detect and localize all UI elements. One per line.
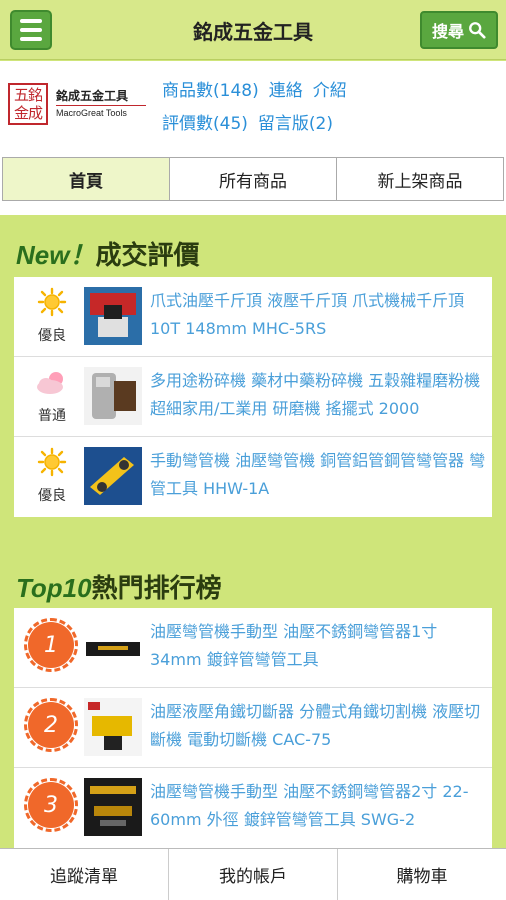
cloud-sun-icon — [37, 372, 63, 394]
store-info: 五銘金成 銘成五金工具 MacroGreat Tools 商品數(148) 連絡介… — [0, 61, 506, 145]
my-account-button[interactable]: 我的帳戶 — [169, 849, 338, 900]
cart-button[interactable]: 購物車 — [338, 849, 506, 900]
product-thumbnail — [84, 698, 142, 756]
product-title[interactable]: 油壓彎管機手動型 油壓不銹鋼彎管器2寸 22-60mm 外徑 鍍鋅管彎管工具 S… — [150, 778, 486, 834]
list-item[interactable]: 普通 多用途粉碎機 藥材中藥粉碎機 五穀雜糧磨粉機 超細家用/工業用 研磨機 搖… — [14, 357, 492, 437]
list-item[interactable]: 優良 爪式油壓千斤頂 液壓千斤頂 爪式機械千斤頂 10T 148mm MHC-5… — [14, 277, 492, 357]
rating-label: 優良 — [38, 488, 66, 504]
product-thumbnail — [84, 778, 142, 836]
product-thumbnail — [84, 620, 142, 678]
reviews-count-link[interactable]: 評價數(45) — [162, 114, 248, 134]
sun-icon — [37, 447, 67, 477]
bottom-nav: 追蹤清單 我的帳戶 購物車 — [0, 848, 506, 900]
top10-card: 1 油壓彎管機手動型 油壓不銹鋼彎管器1寸 34mm 鍍鋅管彎管工具 2 油壓液… — [14, 608, 492, 848]
product-title[interactable]: 多用途粉碎機 藥材中藥粉碎機 五穀雜糧磨粉機 超細家用/工業用 研磨機 搖擺式 … — [150, 367, 486, 423]
guestbook-link[interactable]: 留言版(2) — [258, 114, 333, 134]
logo-mark: 五銘金成 — [8, 83, 48, 125]
logo-english-name: MacroGreat Tools — [56, 108, 127, 118]
product-title[interactable]: 油壓彎管機手動型 油壓不銹鋼彎管器1寸 34mm 鍍鋅管彎管工具 — [150, 618, 486, 674]
reviews-card: 優良 爪式油壓千斤頂 液壓千斤頂 爪式機械千斤頂 10T 148mm MHC-5… — [14, 277, 492, 517]
top-bar: 銘成五金工具 搜尋 — [0, 0, 506, 60]
store-logo[interactable]: 五銘金成 銘成五金工具 MacroGreat Tools — [8, 79, 153, 129]
reviews-section: New！成交評價 優良 爪式油壓千斤頂 液壓千斤頂 爪式機械千斤頂 10T 14… — [0, 215, 506, 545]
rating-label: 優良 — [38, 328, 66, 344]
top10-label: Top10 — [16, 573, 92, 603]
list-item[interactable]: 3 油壓彎管機手動型 油壓不銹鋼彎管器2寸 22-60mm 外徑 鍍鋅管彎管工具… — [14, 768, 492, 848]
product-title[interactable]: 手動彎管機 油壓彎管機 銅管鋁管鋼管彎管器 彎管工具 HHW-1A — [150, 447, 486, 503]
search-button-label: 搜尋 — [431, 22, 464, 41]
store-links: 商品數(148) 連絡 介紹 評價數(45) 留言版(2) — [162, 75, 357, 141]
intro-link[interactable]: 介紹 — [313, 81, 347, 101]
rank-badge: 3 — [24, 778, 78, 832]
search-button[interactable]: 搜尋 — [420, 11, 498, 49]
top10-section: Top10熱門排行榜 1 油壓彎管機手動型 油壓不銹鋼彎管器1寸 34mm 鍍鋅… — [0, 548, 506, 848]
tab-all-products[interactable]: 所有商品 — [170, 158, 337, 200]
tab-bar: 首頁 所有商品 新上架商品 — [0, 145, 506, 215]
product-thumbnail — [84, 447, 142, 505]
rank-badge: 2 — [24, 698, 78, 752]
product-title[interactable]: 爪式油壓千斤頂 液壓千斤頂 爪式機械千斤頂 10T 148mm MHC-5RS — [150, 287, 486, 343]
reviews-section-title: New！成交評價 — [16, 240, 200, 271]
search-icon — [469, 22, 486, 39]
sun-icon — [37, 287, 67, 317]
top10-section-title: Top10熱門排行榜 — [16, 573, 222, 604]
product-title[interactable]: 油壓液壓角鐵切斷器 分體式角鐵切割機 液壓切斷機 電動切斷機 CAC-75 — [150, 698, 486, 754]
logo-divider — [56, 105, 146, 106]
list-item[interactable]: 2 油壓液壓角鐵切斷器 分體式角鐵切割機 液壓切斷機 電動切斷機 CAC-75 — [14, 688, 492, 768]
logo-name: 銘成五金工具 — [56, 89, 129, 103]
products-count-link[interactable]: 商品數(148) — [162, 81, 259, 101]
rank-badge: 1 — [24, 618, 78, 672]
new-label: New！ — [16, 240, 96, 270]
watchlist-button[interactable]: 追蹤清單 — [0, 849, 169, 900]
product-thumbnail — [84, 367, 142, 425]
list-item[interactable]: 1 油壓彎管機手動型 油壓不銹鋼彎管器1寸 34mm 鍍鋅管彎管工具 — [14, 608, 492, 688]
tab-home[interactable]: 首頁 — [3, 158, 170, 200]
list-item[interactable]: 優良 手動彎管機 油壓彎管機 銅管鋁管鋼管彎管器 彎管工具 HHW-1A — [14, 437, 492, 517]
tab-new-products[interactable]: 新上架商品 — [337, 158, 503, 200]
product-thumbnail — [84, 287, 142, 345]
contact-link[interactable]: 連絡 — [269, 81, 303, 101]
rating-label: 普通 — [38, 408, 66, 424]
